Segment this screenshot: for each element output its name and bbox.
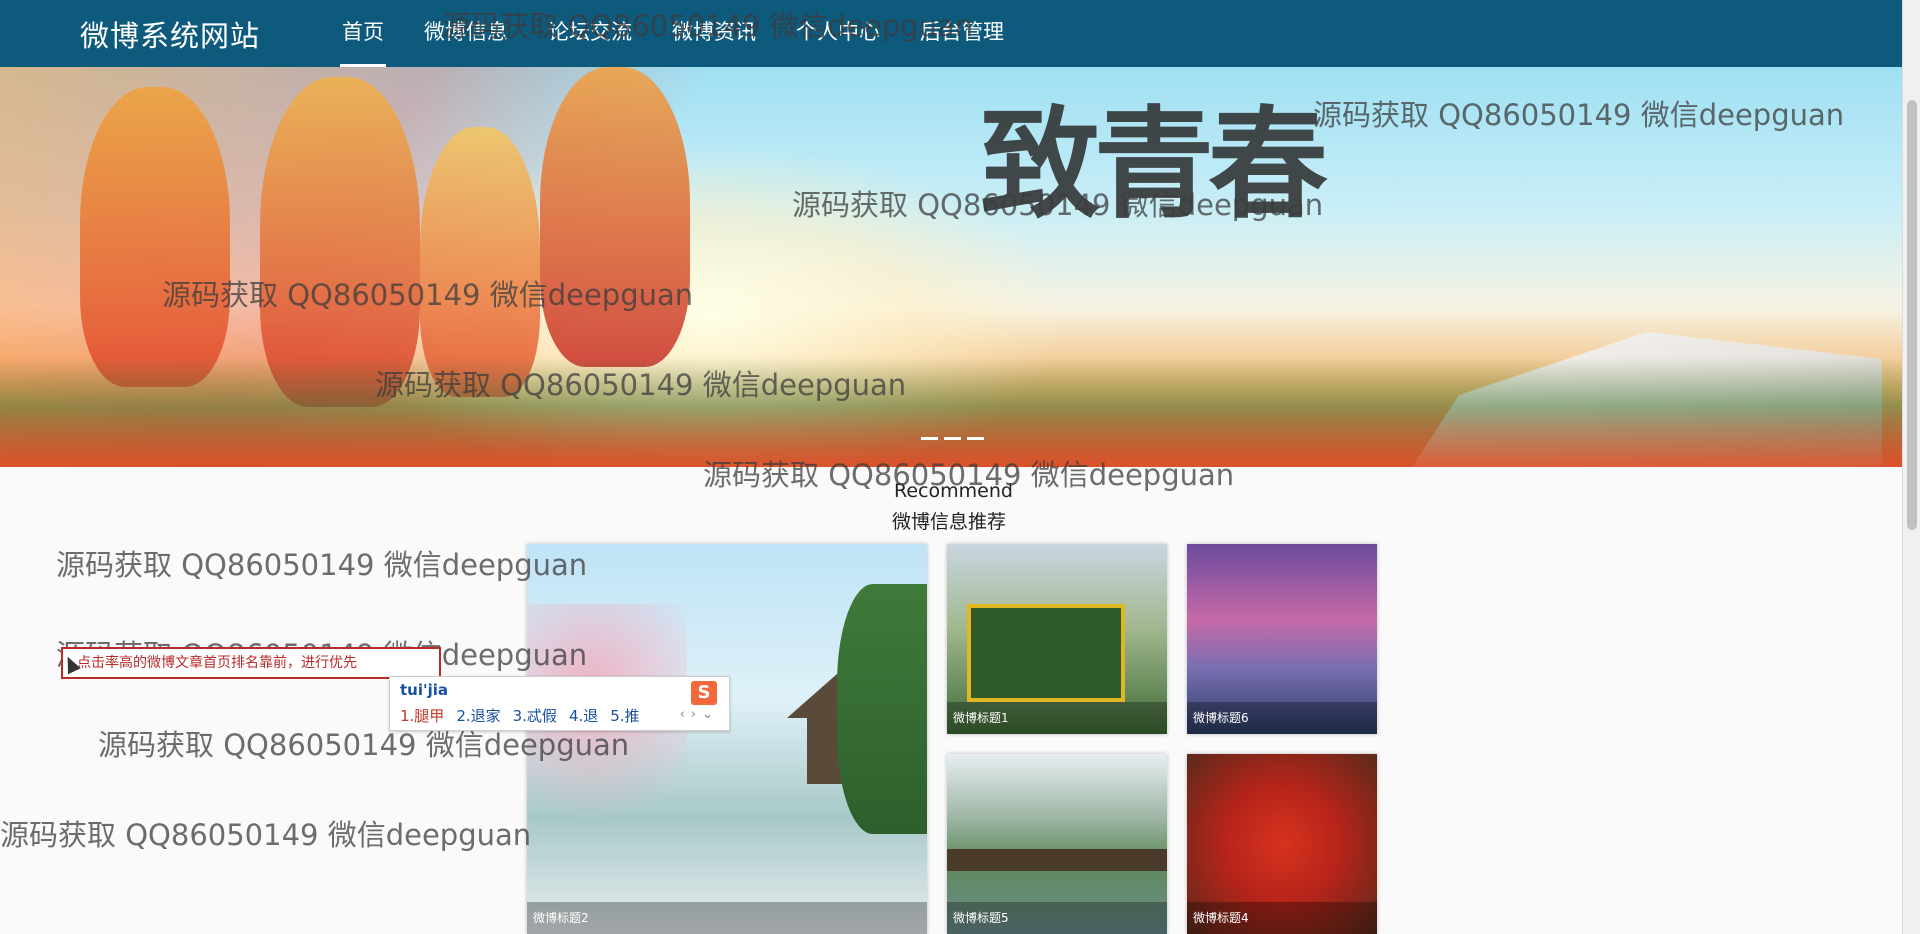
ime-candidate[interactable]: 4.退	[569, 705, 598, 726]
bridge-image	[947, 849, 1167, 871]
slide-dot[interactable]	[921, 437, 938, 440]
recommend-card[interactable]: 微博标题4	[1187, 754, 1377, 934]
ime-candidates: 1.腿甲 2.退家 3.忒假 4.退 5.推	[400, 705, 640, 726]
watermark: 源码获取 QQ86050149 微信deepguan	[375, 368, 907, 402]
banner-grass	[0, 357, 1902, 467]
slide-indicators	[921, 437, 984, 440]
recommend-card[interactable]: 微博标题6	[1187, 544, 1377, 734]
ime-page-arrows-icon[interactable]: ‹›⌄	[680, 707, 719, 722]
card-caption: 微博标题6	[1187, 702, 1377, 734]
ime-logo-icon: S	[691, 681, 717, 705]
watermark: 源码获取 QQ86050149 微信deepguan	[162, 278, 694, 312]
ime-candidate[interactable]: 5.推	[610, 705, 639, 726]
slide-dot[interactable]	[967, 437, 984, 440]
nav-home[interactable]: 首页	[322, 0, 404, 67]
page-scrollbar[interactable]	[1902, 0, 1920, 934]
recommend-card[interactable]: 微博标题5	[947, 754, 1167, 934]
watermark: 源码获取 QQ86050149 微信deepguan	[442, 9, 974, 43]
watermark: 源码获取 QQ86050149 微信deepguan	[0, 818, 532, 852]
trees-image	[837, 584, 927, 834]
silhouette-figure	[80, 87, 230, 387]
scrollbar-thumb[interactable]	[1907, 100, 1917, 530]
silhouette-figure	[540, 67, 690, 367]
ime-candidate[interactable]: 3.忒假	[513, 705, 557, 726]
ime-candidate[interactable]: 2.退家	[456, 705, 500, 726]
section-title-cn: 微博信息推荐	[892, 511, 1007, 533]
recommend-card[interactable]: 微博标题1	[947, 544, 1167, 734]
card-caption: 微博标题2	[527, 902, 927, 934]
card-caption: 微博标题5	[947, 902, 1167, 934]
ranking-tooltip: 点击率高的微博文章首页排名靠前，进行优先	[61, 647, 441, 679]
site-brand[interactable]: 微博系统网站	[80, 13, 260, 55]
park-sign-image	[967, 604, 1125, 702]
watermark: 源码获取 QQ86050149 微信deepguan	[703, 458, 1235, 492]
card-caption: 微博标题1	[947, 702, 1167, 734]
watermark: 源码获取 QQ86050149 微信deepguan	[1313, 98, 1845, 132]
watermark: 源码获取 QQ86050149 微信deepguan	[792, 188, 1324, 222]
slide-dot[interactable]	[944, 437, 961, 440]
ime-candidate[interactable]: 1.腿甲	[400, 705, 444, 726]
watermark: 源码获取 QQ86050149 微信deepguan	[56, 548, 588, 582]
ime-candidate-window[interactable]: tui'jia S 1.腿甲 2.退家 3.忒假 4.退 5.推 ‹›⌄	[389, 676, 730, 731]
ime-composition: tui'jia	[400, 681, 448, 699]
card-caption: 微博标题4	[1187, 902, 1377, 934]
